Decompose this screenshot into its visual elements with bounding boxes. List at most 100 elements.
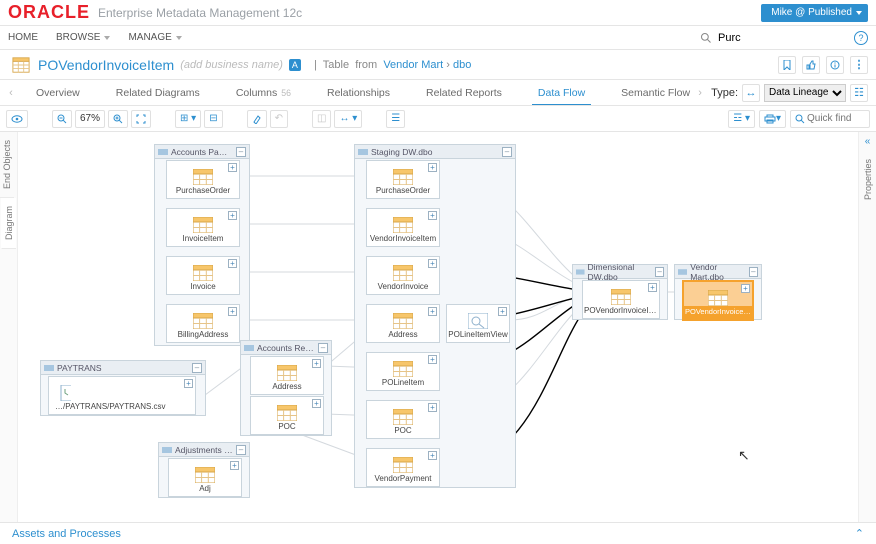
fit-button[interactable] bbox=[131, 110, 151, 128]
table-icon bbox=[12, 56, 30, 74]
expand-icon[interactable]: + bbox=[230, 461, 239, 470]
menu-browse[interactable]: BROWSE bbox=[56, 32, 110, 43]
object-type: Table bbox=[323, 59, 349, 71]
collapse-icon[interactable]: – bbox=[749, 267, 758, 277]
help-icon[interactable]: ? bbox=[854, 31, 868, 45]
collapse-icon[interactable]: – bbox=[502, 147, 512, 157]
search-input[interactable] bbox=[716, 31, 836, 45]
list-view-button[interactable]: ☰ bbox=[386, 110, 405, 128]
node-purchaseorder[interactable]: +PurchaseOrder bbox=[166, 160, 240, 199]
rail-properties[interactable]: Properties bbox=[861, 151, 875, 208]
type-label: Type: bbox=[711, 87, 738, 99]
rail-collapse-icon[interactable]: « bbox=[865, 132, 871, 151]
tab-scroll-left[interactable]: ‹ bbox=[4, 80, 18, 105]
endorse-button[interactable] bbox=[802, 56, 820, 74]
expand-icon[interactable]: + bbox=[428, 355, 437, 364]
tab-related-reports[interactable]: Related Reports bbox=[408, 80, 520, 105]
collapse-icon[interactable]: – bbox=[236, 445, 246, 455]
rail-diagram[interactable]: Diagram bbox=[1, 198, 16, 249]
more-actions-button[interactable]: ⋮ bbox=[850, 56, 868, 74]
node-paytrans-file[interactable]: +…/PAYTRANS/PAYTRANS.csv bbox=[48, 376, 196, 415]
breadcrumb-model[interactable]: Vendor Mart bbox=[383, 59, 443, 71]
expand-icon[interactable]: + bbox=[184, 379, 193, 388]
page-title: POVendorInvoiceItem bbox=[38, 57, 174, 73]
tab-relationships[interactable]: Relationships bbox=[309, 80, 408, 105]
zoom-in-button[interactable] bbox=[108, 110, 128, 128]
attestation-badge[interactable]: A bbox=[289, 59, 301, 71]
expand-icon[interactable]: + bbox=[228, 211, 237, 220]
tab-semantic-flow[interactable]: Semantic Flow bbox=[603, 80, 693, 105]
tab-scroll-right[interactable]: › bbox=[693, 80, 707, 105]
node-s-purchaseorder[interactable]: +PurchaseOrder bbox=[366, 160, 440, 199]
menu-home[interactable]: HOME bbox=[8, 32, 38, 43]
print-button[interactable]: ▾ bbox=[759, 110, 786, 128]
node-s-polineitem[interactable]: +POLineItem bbox=[366, 352, 440, 391]
node-vmart-povendorinvoiceitem[interactable]: +POVendorInvoiceItem bbox=[682, 280, 754, 321]
collapse-button[interactable]: ⊟ bbox=[204, 110, 222, 128]
expand-icon[interactable]: + bbox=[428, 403, 437, 412]
clear-highlight-button[interactable]: ↶ bbox=[270, 110, 288, 128]
lineage-type-select[interactable]: Data Lineage bbox=[764, 84, 846, 102]
from-label: from bbox=[355, 59, 377, 71]
expand-icon[interactable]: + bbox=[498, 307, 507, 316]
nav-button[interactable]: ↔ ▾ bbox=[334, 110, 362, 128]
zoom-out-button[interactable] bbox=[52, 110, 72, 128]
node-s-poc[interactable]: +POC bbox=[366, 400, 440, 439]
tab-overview[interactable]: Overview bbox=[18, 80, 98, 105]
collapse-icon[interactable]: – bbox=[655, 267, 664, 277]
node-adj[interactable]: +Adj bbox=[168, 458, 242, 497]
options-button[interactable]: ☲ ▾ bbox=[728, 110, 755, 128]
brand-logo: ORACLE bbox=[8, 2, 90, 23]
node-dim-povendorinvoiceitem[interactable]: +POVendorInvoiceItem bbox=[582, 280, 660, 319]
expand-icon[interactable]: + bbox=[228, 163, 237, 172]
highlight-button[interactable] bbox=[247, 110, 267, 128]
tab-data-flow[interactable]: Data Flow bbox=[520, 80, 603, 105]
collapse-icon[interactable]: – bbox=[236, 147, 246, 157]
preview-button[interactable] bbox=[6, 110, 28, 128]
expand-icon[interactable]: + bbox=[648, 283, 657, 292]
node-ar-address[interactable]: +Address bbox=[250, 356, 324, 395]
expand-icon[interactable]: + bbox=[428, 163, 437, 172]
product-name: Enterprise Metadata Management 12c bbox=[98, 6, 302, 20]
node-s-vendorinvoice[interactable]: +VendorInvoice bbox=[366, 256, 440, 295]
expand-icon[interactable]: + bbox=[428, 259, 437, 268]
breadcrumb-schema[interactable]: dbo bbox=[453, 59, 471, 71]
tab-columns[interactable]: Columns56 bbox=[218, 80, 309, 105]
rail-end-objects[interactable]: End Objects bbox=[0, 132, 14, 198]
expand-icon[interactable]: + bbox=[428, 451, 437, 460]
expand-icon[interactable]: + bbox=[312, 399, 321, 408]
expand-icon[interactable]: + bbox=[428, 307, 437, 316]
expand-button[interactable]: ⊞ ▾ bbox=[175, 110, 201, 128]
expand-icon[interactable]: + bbox=[312, 359, 321, 368]
zoom-level[interactable]: 67% bbox=[75, 110, 105, 128]
footer-assets-processes[interactable]: Assets and Processes bbox=[12, 528, 121, 540]
expand-icon[interactable]: + bbox=[228, 259, 237, 268]
node-s-polineitemview[interactable]: +POLineItemView bbox=[446, 304, 510, 343]
breadcrumb-sep: › bbox=[446, 59, 450, 71]
expand-icon[interactable]: + bbox=[741, 284, 750, 293]
node-s-vendorinvoiceitem[interactable]: +VendorInvoiceItem bbox=[366, 208, 440, 247]
expand-icon[interactable]: + bbox=[228, 307, 237, 316]
info-button[interactable] bbox=[826, 56, 844, 74]
node-invoice[interactable]: +Invoice bbox=[166, 256, 240, 295]
collapse-icon[interactable]: – bbox=[192, 363, 202, 373]
lineage-direction-button[interactable]: ↔ bbox=[742, 84, 760, 102]
quick-find-input[interactable] bbox=[805, 112, 865, 125]
bookmark-button[interactable] bbox=[778, 56, 796, 74]
layout-button[interactable]: ☷ bbox=[850, 84, 868, 102]
add-business-name[interactable]: (add business name) bbox=[180, 59, 283, 71]
tab-related-diagrams[interactable]: Related Diagrams bbox=[98, 80, 218, 105]
global-search[interactable] bbox=[700, 31, 836, 45]
collapse-icon[interactable]: – bbox=[318, 343, 328, 353]
node-ar-poc[interactable]: +POC bbox=[250, 396, 324, 435]
group-button[interactable]: ◫ bbox=[312, 110, 331, 128]
node-s-address[interactable]: +Address bbox=[366, 304, 440, 343]
node-billingaddress[interactable]: +BillingAddress bbox=[166, 304, 240, 343]
menu-manage[interactable]: MANAGE bbox=[128, 32, 181, 43]
node-s-vendorpayment[interactable]: +VendorPayment bbox=[366, 448, 440, 487]
quick-find[interactable] bbox=[790, 110, 870, 128]
footer-expand-icon[interactable]: ⌃ bbox=[855, 527, 864, 540]
node-invoiceitem[interactable]: +InvoiceItem bbox=[166, 208, 240, 247]
expand-icon[interactable]: + bbox=[428, 211, 437, 220]
user-menu[interactable]: Mike @ Published bbox=[761, 4, 868, 22]
